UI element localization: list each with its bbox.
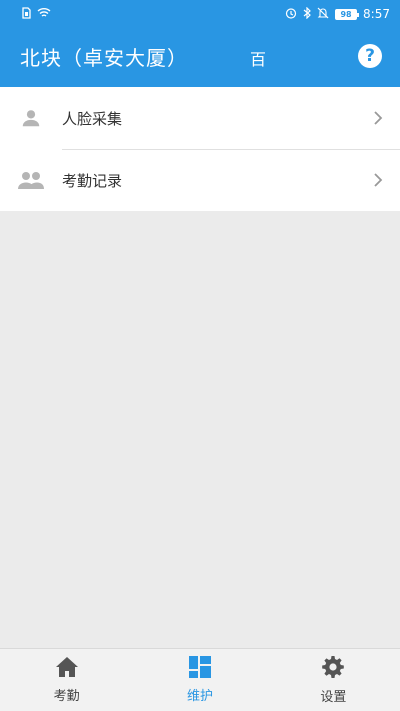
chevron-right-icon [356, 172, 400, 188]
status-left [22, 6, 51, 22]
menu-item-face-capture[interactable]: 人脸采集 [0, 87, 400, 149]
bottom-tab-bar: 考勤 维护 设置 [0, 648, 400, 711]
tab-label: 考勤 [53, 689, 80, 704]
title-fragment: 百 [250, 50, 267, 69]
tab-label: 维护 [186, 689, 213, 704]
gear-icon [321, 655, 345, 683]
title-row: 北块（卓安大厦） 百 ? [0, 32, 400, 82]
tab-attendance[interactable]: 考勤 [0, 649, 133, 711]
menu-item-label: 考勤记录 [62, 171, 123, 190]
tab-settings[interactable]: 设置 [267, 649, 400, 711]
home-icon [55, 656, 79, 682]
clock: 8:57 [363, 7, 390, 21]
help-icon: ? [365, 46, 375, 66]
page-title: 北块（卓安大厦） [20, 46, 188, 70]
app-header: 98 8:57 北块（卓安大厦） 百 ? [0, 0, 400, 87]
bluetooth-icon [303, 6, 311, 22]
person-icon [0, 107, 62, 129]
alarm-icon [285, 7, 297, 22]
tab-label: 设置 [320, 690, 347, 705]
dashboard-icon [188, 656, 211, 682]
menu-item-attendance-records[interactable]: 考勤记录 [0, 149, 400, 211]
menu-item-label: 人脸采集 [62, 109, 123, 128]
wifi-icon [37, 7, 51, 21]
tab-maintenance[interactable]: 维护 [133, 649, 266, 711]
chevron-right-icon [356, 110, 400, 126]
status-bar: 98 8:57 [0, 0, 400, 28]
mute-bell-icon [317, 7, 329, 22]
status-right: 98 8:57 [285, 6, 390, 22]
battery-indicator: 98 [335, 8, 360, 20]
sim-icon [22, 6, 31, 22]
people-icon [0, 169, 62, 191]
menu-list: 人脸采集 考勤记录 [0, 87, 400, 211]
help-button[interactable]: ? [358, 44, 382, 68]
